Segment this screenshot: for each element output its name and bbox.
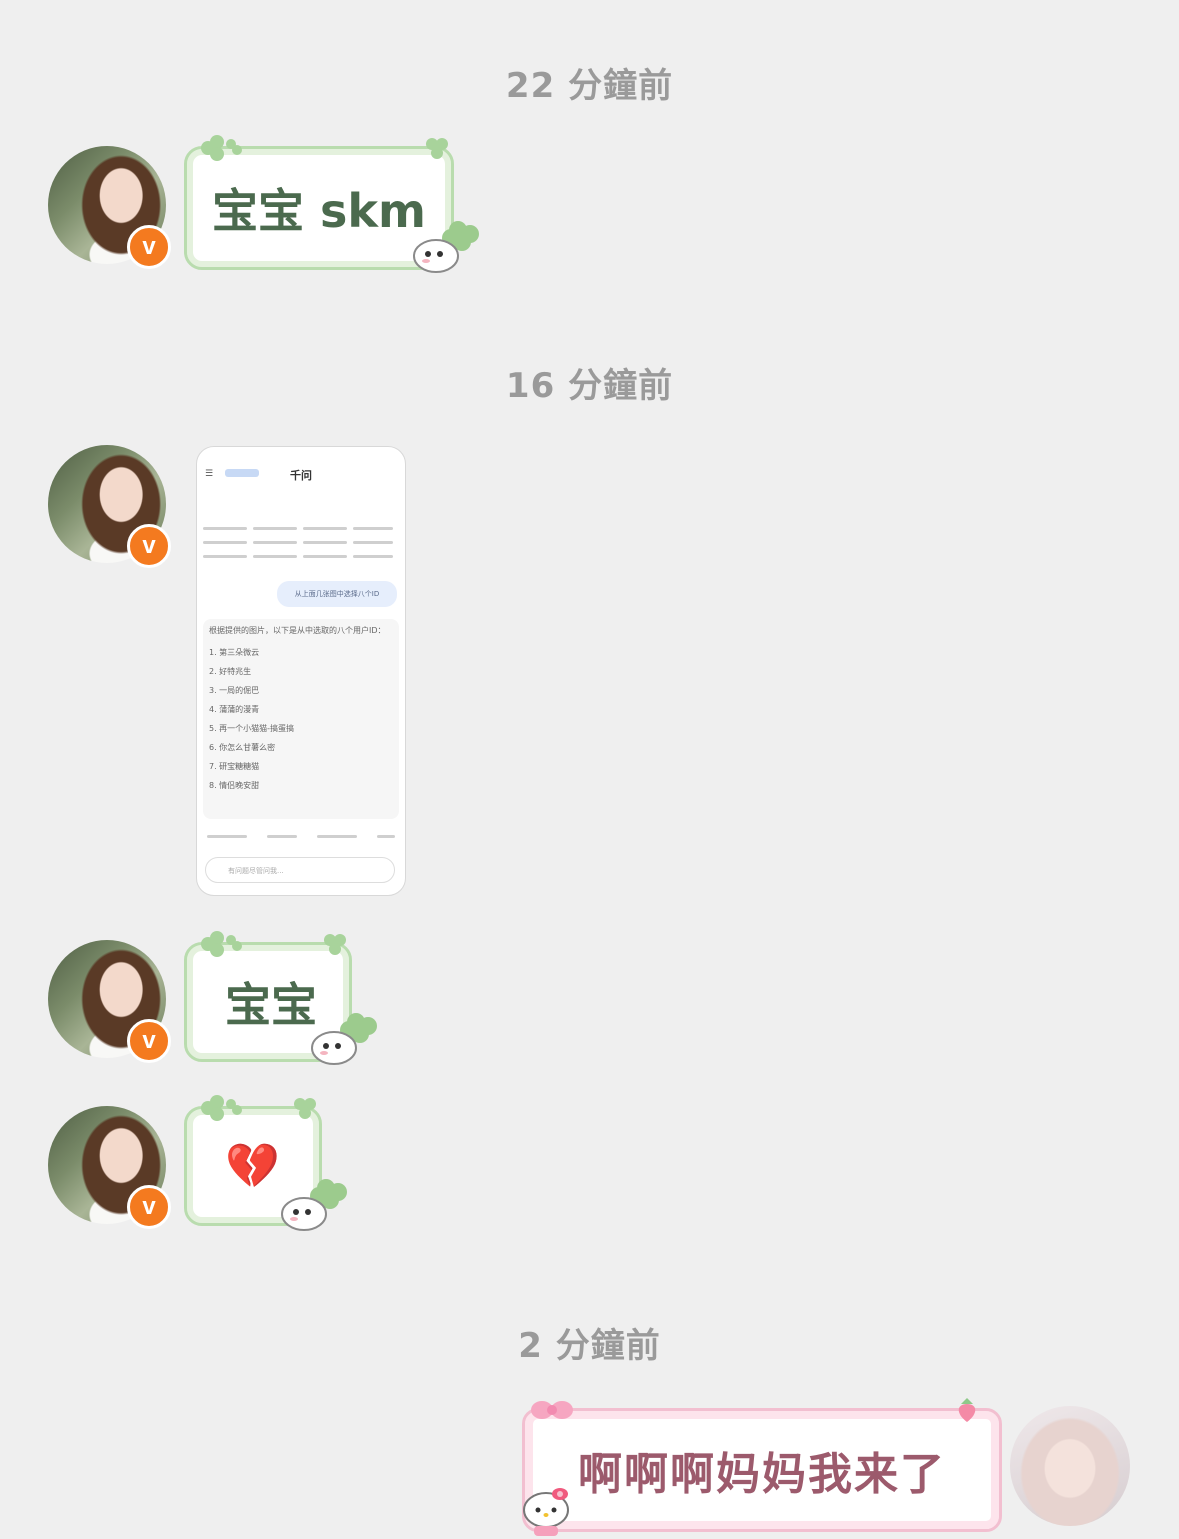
clover-icon <box>201 1095 242 1121</box>
clover-icon <box>201 135 242 161</box>
verified-badge: v <box>127 524 171 568</box>
clover-icon <box>324 934 346 955</box>
hello-kitty-sticker-icon <box>523 1488 569 1536</box>
answer-item: 7. 研宝糖糖猫 <box>209 762 260 771</box>
bow-icon <box>531 1401 573 1419</box>
answer-item: 3. 一局的倔巴 <box>209 686 260 695</box>
clover-icon <box>201 931 242 957</box>
clover-icon <box>426 138 448 159</box>
clover-icon <box>294 1098 316 1119</box>
chat-input[interactable]: 有问题尽管问我... <box>205 857 395 883</box>
timestamp-2: 16 分鐘前 <box>505 366 674 406</box>
timestamp-3: 2 分鐘前 <box>518 1326 661 1366</box>
puppy-sticker-icon <box>281 1179 347 1231</box>
answer-item: 5. 再一个小猫猫-搞蛋搞 <box>209 724 295 733</box>
strawberry-icon <box>958 1398 976 1422</box>
verified-badge: v <box>127 225 171 269</box>
answer-intro: 根据提供的图片，以下是从中选取的八个用户ID： <box>209 626 386 635</box>
answer-card: 根据提供的图片，以下是从中选取的八个用户ID： 1. 第三朵微云 2. 好特兆生… <box>203 619 399 819</box>
answer-item: 1. 第三朵微云 <box>209 648 260 657</box>
answer-item: 4. 蒲蒲的漫青 <box>209 705 260 714</box>
query-bubble: 从上面几张图中选择八个ID <box>277 581 397 607</box>
verified-badge: v <box>127 1185 171 1229</box>
verified-badge: v <box>127 1019 171 1063</box>
app-title: 千问 <box>290 469 312 482</box>
timestamp-1: 22 分鐘前 <box>505 66 674 106</box>
answer-item: 8. 情侣晚安甜 <box>209 781 260 790</box>
answer-item: 6. 你怎么甘薯么密 <box>209 743 276 752</box>
puppy-sticker-icon <box>413 221 479 273</box>
message-bubble-self[interactable]: 啊啊啊妈妈我来了 <box>522 1408 1002 1532</box>
answer-item: 2. 好特兆生 <box>209 667 252 676</box>
image-message[interactable]: ☰ 千问 从上面几张图中选择八个ID 根据提供的图片，以下是从中选取的八个用户I… <box>196 446 406 896</box>
message-text: 啊啊啊妈妈我来了 <box>578 1449 946 1500</box>
puppy-sticker-icon <box>311 1013 377 1065</box>
avatar-self[interactable] <box>1010 1406 1130 1526</box>
